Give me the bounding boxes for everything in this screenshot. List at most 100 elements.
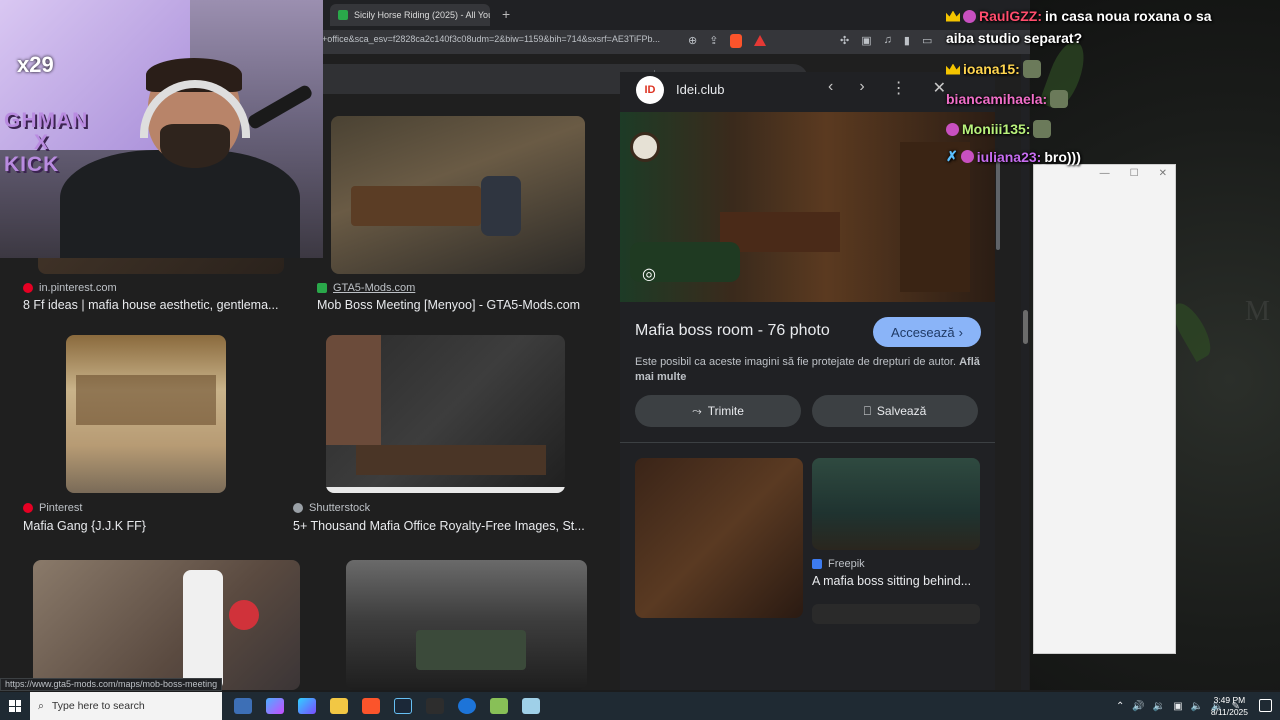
speaker-icon[interactable]: 🔈 [1191,701,1203,712]
chat-message: ioana15: [946,60,1041,78]
panel-main-image[interactable]: ◎ [620,112,995,302]
related-image-2[interactable] [812,458,980,550]
browser-tab[interactable]: Sicily Horse Riding (2025) - All You N [330,4,490,26]
brave-rewards-icon[interactable] [754,35,767,46]
tab-favicon-icon [338,10,348,20]
lens-search-icon[interactable]: ◎ [642,264,656,284]
brave-shield-icon[interactable] [730,34,743,48]
minimize-icon[interactable]: — [1100,168,1110,179]
panel-title[interactable]: Mafia boss room - 76 photo [635,322,830,340]
media-icon[interactable]: ♫ [884,34,892,47]
notification-icon[interactable] [1259,699,1272,712]
panel-divider [620,442,995,443]
pinterest-icon [23,283,33,293]
multiplier-text: x29 [17,52,54,77]
blank-window[interactable]: — ☐ ✕ [1033,164,1176,654]
emote-icon [1050,90,1069,108]
previous-image-icon[interactable]: ‹ [828,78,833,98]
site-logo-icon[interactable]: ID [636,76,664,104]
new-tab-button[interactable]: + [502,6,510,22]
background-watermark: M [1245,296,1270,327]
copilot-icon[interactable] [266,698,284,714]
task-view-icon[interactable] [234,698,252,714]
sword-badge-icon: ✗ [946,148,958,164]
visit-button[interactable]: Accesează › [873,317,981,347]
site-name[interactable]: Idei.club [676,82,724,97]
result-image-4[interactable] [326,335,565,493]
result-source-4[interactable]: Shutterstock [293,502,370,514]
taskbar-search[interactable]: ⌕ Type here to search [30,692,222,720]
related-image-1[interactable] [635,458,803,618]
share-button[interactable]: ⤳ Trimite [635,395,801,427]
speaker-icon[interactable]: 🔉 [1153,701,1165,712]
freepik-icon [812,559,822,569]
related-title[interactable]: A mafia boss sitting behind... [812,574,980,588]
chat-message: Moniii135: [946,120,1052,138]
chat-message: biancamihaela: [946,90,1069,108]
brave-browser-icon[interactable] [362,698,380,714]
microphone [246,83,314,131]
related-source[interactable]: Freepik [812,558,865,570]
share-icon[interactable]: ⇪ [709,34,718,48]
related-image-3[interactable] [812,604,980,624]
screen: Sicily Horse Riding (2025) - All You N +… [0,0,1280,720]
crown-badge-icon [946,63,960,75]
network-icon[interactable]: ▣ [1173,701,1182,712]
extensions-icon[interactable]: ✣ [840,34,849,47]
emote-icon [1022,60,1041,78]
pinterest-icon [23,503,33,513]
result-image-6[interactable] [346,560,587,690]
maximize-icon[interactable]: ☐ [1130,168,1139,179]
sub-badge-icon [946,122,959,136]
panel-scrollbar[interactable] [996,160,1000,250]
chat-message: aiba studio separat? [946,30,1083,46]
result-source-3[interactable]: Pinterest [23,502,82,514]
save-button[interactable]: ⎕ Salvează [812,395,978,427]
sub-badge-icon [963,9,976,23]
page-scrollbar-thumb[interactable] [1023,310,1028,344]
next-image-icon[interactable]: › [859,78,864,98]
url-text[interactable]: +office&sca_esv=f2828ca2c140f3c08udm=2&b… [322,34,660,44]
close-panel-icon[interactable]: ✕ [933,78,946,98]
wallet-icon[interactable]: ▭ [922,34,932,47]
tab-search-icon[interactable]: ▣ [861,34,871,47]
result-source-2[interactable]: GTA5-Mods.com [317,282,415,294]
zoom-icon[interactable]: ⊕ [688,34,697,48]
chat-message: ✗ iuliana23: bro))) [946,148,1081,165]
crown-badge-icon [946,10,960,22]
speaker-icon[interactable]: 🔊 [1132,701,1144,712]
result-image-2[interactable] [331,116,585,274]
result-title-3[interactable]: Mafia Gang {J.J.K FF} [23,519,283,533]
sidebar-icon[interactable]: ▮ [904,34,910,47]
xbox-icon[interactable] [426,698,444,714]
search-icon: ⌕ [38,699,44,712]
panel-header: ID Idei.club ‹ › ⋮ ✕ [620,72,995,112]
start-button[interactable] [0,692,30,720]
kick-logo: GHMAN X KICK [4,109,89,176]
chevron-up-icon[interactable]: ⌃ [1116,701,1124,712]
share-icon: ⤳ [692,403,702,418]
result-title-2[interactable]: Mob Boss Meeting [Menyoo] - GTA5-Mods.co… [317,298,597,312]
result-title-1[interactable]: 8 Ff ideas | mafia house aesthetic, gent… [23,298,293,312]
copyright-notice: Este posibil ca aceste imagini să fie pr… [635,356,980,383]
windows-icon [9,700,21,712]
result-source-1[interactable]: in.pinterest.com [23,282,117,294]
result-title-4[interactable]: 5+ Thousand Mafia Office Royalty-Free Im… [293,519,598,533]
clock[interactable]: 3:49 PM 8/11/2025 [1211,694,1248,718]
link-preview: https://www.gta5-mods.com/maps/mob-boss-… [0,678,223,691]
sub-badge-icon [960,150,974,163]
result-image-5[interactable] [33,560,300,690]
bookmark-icon: ⎕ [863,403,871,418]
shutterstock-icon [293,503,303,513]
copilot-app-icon[interactable] [298,698,316,714]
chat-message: RaulGZZ: in casa noua roxana o sa [946,8,1212,24]
more-options-icon[interactable]: ⋮ [891,78,907,98]
result-image-3[interactable] [66,335,226,493]
close-icon[interactable]: ✕ [1159,168,1167,179]
taskbar: ⌕ Type here to search ⌃ 🔊 🔉 ▣ 🔈 🔈 ✎ 3:49… [0,692,1280,720]
steam-icon[interactable] [394,698,412,714]
app-blue-icon[interactable] [458,698,476,714]
app-light-icon[interactable] [522,698,540,714]
file-explorer-icon[interactable] [330,698,348,714]
app-green-icon[interactable] [490,698,508,714]
